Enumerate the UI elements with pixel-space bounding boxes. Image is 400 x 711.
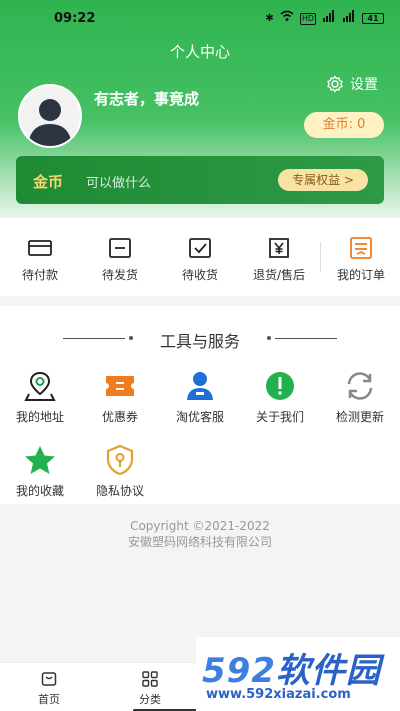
tab-category[interactable]: 分类 [115, 670, 185, 707]
tool-favorites[interactable]: 我的收藏 [0, 444, 80, 499]
order-label: 我的订单 [336, 268, 385, 282]
watermark-brand-cn: 软件园 [275, 651, 381, 691]
avatar[interactable] [18, 84, 82, 148]
settings-button[interactable]: 设置 [326, 74, 378, 94]
avatar-silhouette-icon [20, 86, 80, 146]
tool-label: 优惠券 [101, 410, 138, 424]
star-icon [25, 446, 55, 474]
tool-about-us[interactable]: 关于我们 [240, 370, 320, 425]
tools-section: 工具与服务 我的地址 优惠券 淘优客服 关于我们 检测更新 我的收藏 隐私协议 [0, 306, 400, 504]
divider-dot [267, 336, 271, 340]
coin-card-subtitle: 可以做什么 [86, 176, 152, 191]
tools-header: 工具与服务 [0, 328, 400, 351]
status-bar: 09:22 ✱ HD 41 [0, 0, 400, 38]
order-divider [320, 242, 321, 272]
status-time: 09:22 [54, 11, 96, 26]
order-label: 待收货 [181, 268, 218, 282]
settings-label: 设置 [350, 77, 378, 93]
tab-label: 分类 [139, 693, 161, 706]
coin-card-title: 金币 [33, 173, 64, 191]
watermark-brand: 592软件园 [202, 643, 381, 692]
order-pending-receipt[interactable]: 待收货 [165, 236, 235, 283]
signal-5g-icon [322, 10, 336, 27]
exclusive-rights-button[interactable]: 专属权益 > [278, 169, 368, 191]
privacy-shield-icon [106, 444, 134, 476]
copyright-line: Copyright ©2021-2022 [130, 519, 270, 533]
wifi-icon [280, 10, 294, 27]
order-refund[interactable]: 退货/售后 [244, 236, 314, 283]
order-label: 退货/售后 [252, 268, 306, 282]
profile-header: 09:22 ✱ HD 41 个人中心 有志者，事竟成 设置 金币: 0 金币 可… [0, 0, 400, 218]
divider-line [275, 338, 337, 339]
tool-label: 隐私协议 [95, 484, 144, 498]
info-icon [266, 372, 294, 400]
box-icon [109, 238, 131, 258]
order-pending-payment[interactable]: 待付款 [5, 236, 75, 283]
order-label: 待付款 [21, 268, 58, 282]
tool-my-address[interactable]: 我的地址 [0, 370, 80, 425]
bluetooth-icon: ✱ [265, 12, 274, 24]
company-name: 安徽塑码网络科技有限公司 [127, 535, 272, 549]
tool-label: 我的地址 [15, 410, 64, 424]
battery-icon: 41 [362, 13, 384, 24]
status-icons: ✱ HD 41 [265, 10, 384, 27]
category-icon [142, 671, 158, 687]
tools-title: 工具与服务 [159, 332, 240, 351]
signal-icon [342, 10, 356, 27]
hd-icon: HD [299, 12, 316, 25]
site-watermark: 592软件园 www.592xiazai.com [196, 637, 400, 711]
watermark-url: www.592xiazai.com [206, 687, 351, 702]
coin-card[interactable]: 金币 可以做什么 专属权益 > [16, 156, 384, 204]
tab-label: 首页 [38, 693, 60, 706]
tool-label: 淘优客服 [175, 410, 224, 424]
orders-section: 待付款 待发货 待收货 退货/售后 我的订单 [0, 218, 400, 296]
copyright: Copyright ©2021-2022 安徽塑码网络科技有限公司 [0, 518, 400, 550]
tool-label: 我的收藏 [15, 484, 64, 498]
tool-coupons[interactable]: 优惠券 [80, 370, 160, 425]
coupon-icon [106, 376, 134, 396]
coin-badge[interactable]: 金币: 0 [304, 112, 384, 138]
username: 有志者，事竟成 [94, 90, 200, 108]
watermark-brand-num: 592 [202, 651, 276, 691]
my-orders[interactable]: 我的订单 [326, 236, 396, 283]
check-box-icon [189, 238, 211, 258]
card-icon [28, 240, 52, 256]
service-icon [187, 372, 213, 400]
order-pending-shipment[interactable]: 待发货 [85, 236, 155, 283]
order-list-icon [350, 237, 372, 259]
tab-home[interactable]: 首页 [14, 670, 84, 707]
refund-icon [269, 238, 289, 258]
tool-label: 检测更新 [335, 410, 384, 424]
tool-label: 关于我们 [255, 410, 304, 424]
tool-check-update[interactable]: 检测更新 [320, 370, 400, 425]
home-icon [41, 672, 57, 686]
refresh-icon [347, 372, 373, 400]
page-title: 个人中心 [169, 43, 230, 61]
tool-customer-service[interactable]: 淘优客服 [160, 370, 240, 425]
gear-icon [327, 75, 343, 93]
order-label: 待发货 [101, 268, 138, 282]
location-icon [24, 371, 56, 401]
tool-privacy-policy[interactable]: 隐私协议 [80, 444, 160, 499]
